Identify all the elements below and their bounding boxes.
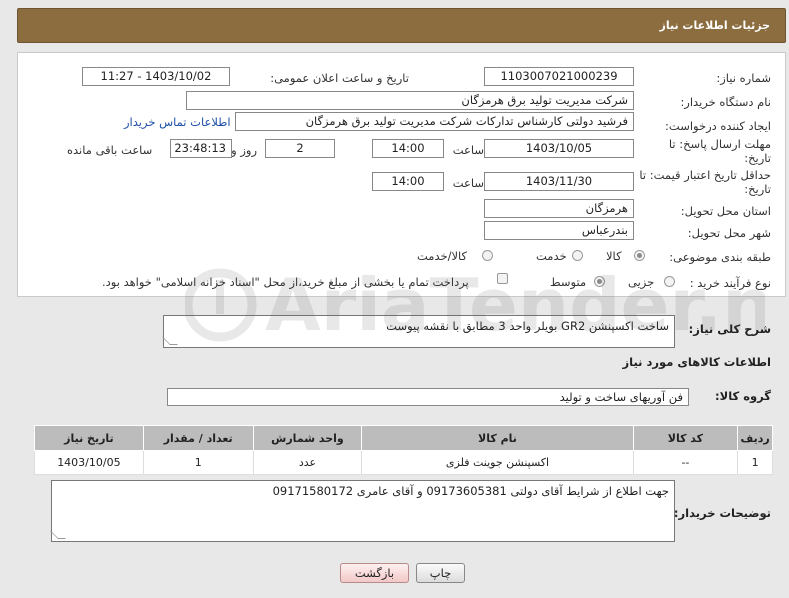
need-number-field[interactable]: 1103007021000239 bbox=[484, 67, 634, 86]
announce-label: تاریخ و ساعت اعلان عمومی: bbox=[270, 71, 409, 85]
cell-date: 1403/10/05 bbox=[34, 450, 144, 475]
description-textarea[interactable]: ساخت اکسپنشن GR2 بویلر واحد 3 مطابق با ن… bbox=[162, 315, 675, 348]
buyer-label: نام دستگاه خریدار: bbox=[680, 95, 771, 109]
category-option-goods: کالا bbox=[606, 249, 622, 263]
process-option-medium: متوسط bbox=[550, 275, 587, 289]
province-field[interactable]: هرمزگان bbox=[484, 199, 634, 218]
process-radio-minor[interactable] bbox=[664, 276, 675, 287]
cell-unit: عدد bbox=[252, 450, 363, 475]
page-header: جزئیات اطلاعات نیاز bbox=[17, 8, 786, 43]
days-label: روز و bbox=[231, 143, 257, 157]
category-radio-both[interactable] bbox=[482, 250, 493, 261]
deadline-date-field[interactable]: 1403/10/05 bbox=[484, 139, 634, 158]
remaining-time-field[interactable]: 23:48:13 bbox=[170, 139, 232, 158]
cell-qty: 1 bbox=[142, 450, 254, 475]
announce-datetime-field[interactable]: 1403/10/02 - 11:27 bbox=[82, 67, 230, 86]
goods-section-title: اطلاعات کالاهای مورد نیاز bbox=[622, 355, 771, 369]
deadline-label: مهلت ارسال پاسخ: تا تاریخ: bbox=[668, 137, 771, 165]
process-label: نوع فرآیند خرید : bbox=[689, 276, 771, 290]
table-row[interactable]: 1 -- اکسپنشن جوینت فلزی عدد 1 1403/10/05 bbox=[34, 450, 773, 475]
buyer-notes-label: توضیحات خریدار: bbox=[673, 506, 771, 520]
col-unit: واحد شمارش bbox=[252, 425, 363, 451]
validity-time-label: ساعت bbox=[452, 176, 484, 190]
buyer-notes-textarea[interactable]: جهت اطلاع از شرایط آقای دولتی 0917360538… bbox=[50, 480, 675, 542]
treasury-payment-note: پرداخت تمام یا بخشی از مبلغ خرید،از محل … bbox=[102, 275, 469, 289]
treasury-payment-checkbox[interactable] bbox=[497, 273, 508, 284]
process-option-minor: جزیی bbox=[628, 275, 655, 289]
validity-date-field[interactable]: 1403/11/30 bbox=[484, 172, 634, 191]
process-radio-medium[interactable] bbox=[594, 276, 605, 287]
resize-handle-icon[interactable] bbox=[162, 337, 178, 345]
col-qty: تعداد / مقدار bbox=[142, 425, 254, 451]
col-row: ردیف bbox=[737, 425, 773, 451]
resize-handle-icon[interactable] bbox=[50, 531, 66, 539]
goods-table: ردیف کد کالا نام کالا واحد شمارش تعداد /… bbox=[34, 425, 773, 475]
validity-time-field[interactable]: 14:00 bbox=[372, 172, 444, 191]
page-title: جزئیات اطلاعات نیاز bbox=[659, 19, 771, 32]
description-text: ساخت اکسپنشن GR2 بویلر واحد 3 مطابق با ن… bbox=[386, 319, 669, 333]
cell-row: 1 bbox=[737, 450, 773, 475]
deadline-time-label: ساعت bbox=[452, 143, 484, 157]
cell-code: -- bbox=[632, 450, 739, 475]
remaining-label: ساعت باقی مانده bbox=[67, 143, 153, 157]
days-remaining-field[interactable]: 2 bbox=[265, 139, 335, 158]
back-button[interactable]: بازگشت bbox=[340, 563, 409, 583]
deadline-time-field[interactable]: 14:00 bbox=[372, 139, 444, 158]
col-code: کد کالا bbox=[632, 425, 739, 451]
goods-group-field[interactable]: فن آوریهای ساخت و تولید bbox=[167, 388, 689, 406]
buyer-contact-link[interactable]: اطلاعات تماس خریدار bbox=[124, 115, 231, 129]
need-number-label: شماره نیاز: bbox=[716, 71, 771, 85]
buyer-notes-text: جهت اطلاع از شرایط آقای دولتی 0917360538… bbox=[272, 484, 669, 498]
goods-group-label: گروه کالا: bbox=[715, 389, 771, 403]
col-date: تاریخ نیاز bbox=[34, 425, 144, 451]
category-option-service: خدمت bbox=[536, 249, 567, 263]
buyer-field[interactable]: شرکت مدیریت تولید برق هرمزگان bbox=[186, 91, 634, 110]
province-label: استان محل تحویل: bbox=[680, 204, 771, 218]
goods-table-header: ردیف کد کالا نام کالا واحد شمارش تعداد /… bbox=[34, 425, 773, 451]
cell-name: اکسپنشن جوینت فلزی bbox=[361, 450, 634, 475]
category-radio-goods[interactable] bbox=[634, 250, 645, 261]
validity-label: حداقل تاریخ اعتبار قیمت: تا تاریخ: bbox=[639, 168, 771, 196]
category-label: طبقه بندی موضوعی: bbox=[669, 250, 771, 264]
city-field[interactable]: بندرعباس bbox=[484, 221, 634, 240]
creator-field[interactable]: فرشید دولتی کارشناس تدارکات شرکت مدیریت … bbox=[235, 112, 634, 131]
city-label: شهر محل تحویل: bbox=[687, 226, 771, 240]
description-label: شرح کلی نیاز: bbox=[688, 322, 771, 336]
col-name: نام کالا bbox=[361, 425, 634, 451]
category-radio-service[interactable] bbox=[572, 250, 583, 261]
category-option-both: کالا/خدمت bbox=[417, 249, 468, 263]
print-button[interactable]: چاپ bbox=[416, 563, 465, 583]
creator-label: ایجاد کننده درخواست: bbox=[665, 119, 771, 133]
